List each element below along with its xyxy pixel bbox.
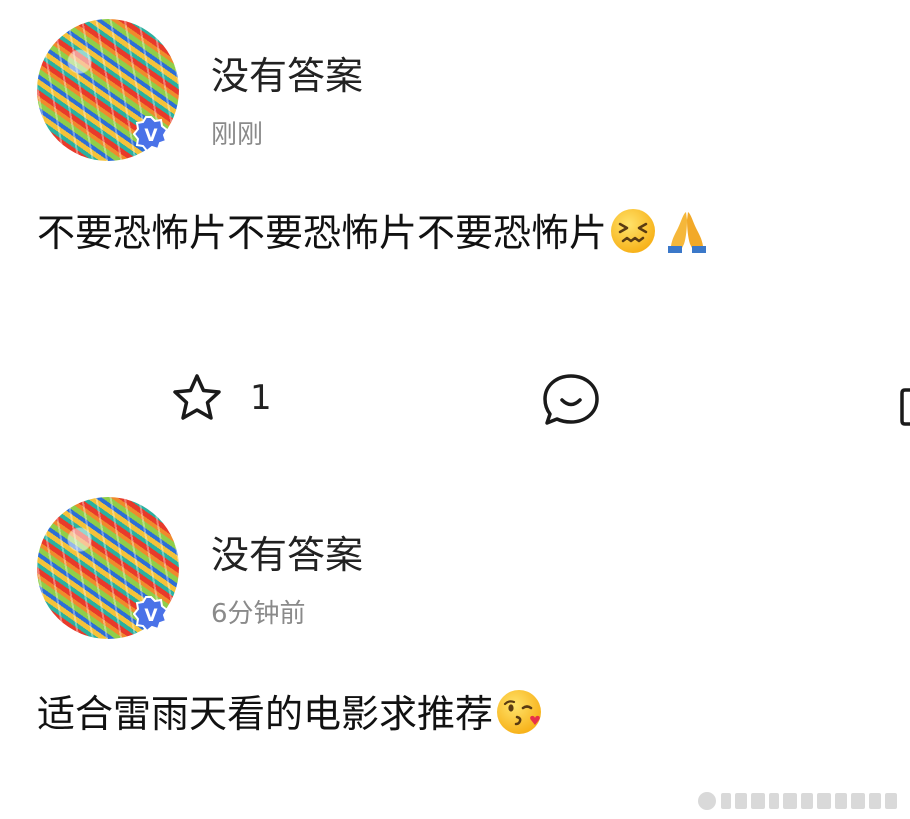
watermark-logo (698, 792, 897, 810)
comment-icon[interactable] (541, 372, 601, 428)
svg-text:V: V (144, 126, 158, 146)
post-content: 适合雷雨天看的电影求推荐 (37, 683, 543, 738)
face-blowing-kiss-icon (497, 689, 542, 734)
like-count: 1 (250, 378, 272, 418)
verified-badge-icon: V (133, 116, 169, 152)
post-content: 不要恐怖片不要恐怖片不要恐怖片 (37, 202, 711, 257)
confounded-face-icon (611, 208, 656, 253)
star-icon[interactable] (171, 372, 223, 424)
post-time: 6分钟前 (211, 599, 306, 629)
post-text: 不要恐怖片不要恐怖片不要恐怖片 (37, 211, 608, 255)
post-time: 刚刚 (211, 120, 264, 150)
verified-badge-icon: V (133, 596, 169, 632)
svg-text:V: V (144, 606, 158, 626)
folded-hands-icon (668, 211, 707, 253)
author-name[interactable]: 没有答案 (211, 45, 363, 100)
share-icon[interactable] (899, 388, 910, 426)
post-text: 适合雷雨天看的电影求推荐 (37, 692, 494, 736)
author-name[interactable]: 没有答案 (211, 524, 363, 579)
